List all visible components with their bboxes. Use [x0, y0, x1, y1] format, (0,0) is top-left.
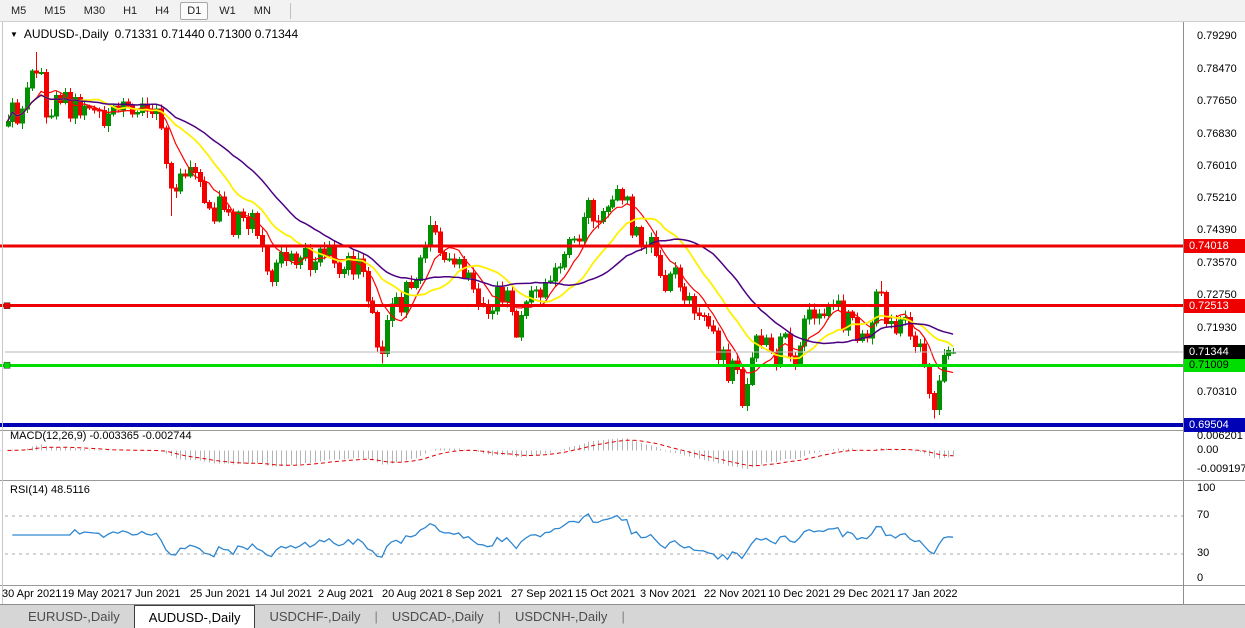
time-axis-label: 20 Aug 2021: [382, 588, 444, 600]
time-axis[interactable]: 30 Apr 202119 May 20217 Jun 2021 25 Jun 2…: [0, 586, 1183, 604]
time-axis-label: 15 Oct 2021: [575, 588, 635, 600]
toolbar-separator: [290, 3, 291, 19]
timeframe-button-m5[interactable]: M5: [4, 2, 33, 20]
timeframe-button-mn[interactable]: MN: [247, 2, 278, 20]
rsi-axis-label: 0: [1197, 572, 1203, 584]
chart-canvas[interactable]: [0, 0, 1245, 628]
tab-usdcad-daily[interactable]: USDCAD-,Daily: [378, 606, 498, 628]
tab-separator: |: [621, 609, 624, 628]
time-axis-label: 14 Jul 2021: [255, 588, 312, 600]
time-axis-label: 7 Jun 2021: [126, 588, 180, 600]
macd-name: MACD(12,26,9): [10, 430, 86, 442]
price-axis-label: 0.76830: [1197, 128, 1237, 140]
rsi-name: RSI(14): [10, 484, 48, 496]
rsi-axis-label: 100: [1197, 482, 1215, 494]
price-axis-label: 0.76010: [1197, 160, 1237, 172]
terminal-window: M5M15 M30H1H4D1W1MN ▼ AUDUSD-,Daily 0.713…: [0, 0, 1245, 628]
time-axis-label: 29 Dec 2021: [833, 588, 895, 600]
timeframe-button-m30[interactable]: M30: [77, 2, 112, 20]
time-axis-label: 30 Apr 2021: [2, 588, 61, 600]
price-axis[interactable]: 0.79290 0.78470 0.77650 0.76830 0.76010 0.752…: [1183, 22, 1245, 604]
tab-eurusd-daily[interactable]: EURUSD-,Daily: [14, 606, 134, 628]
price-axis-label: 0.77650: [1197, 95, 1237, 107]
timeframe-button-m15[interactable]: M15: [37, 2, 72, 20]
price-axis-label: 0.75210: [1197, 192, 1237, 204]
timeframe-button-w1[interactable]: W1: [212, 2, 243, 20]
level-price-tag: 0.71344: [1184, 345, 1245, 359]
level-price-tag: 0.71009: [1184, 358, 1245, 372]
time-axis-label: 3 Nov 2021: [640, 588, 696, 600]
tab-audusd-daily[interactable]: AUDUSD-,Daily: [134, 605, 256, 628]
time-axis-label: 19 May 2021: [62, 588, 126, 600]
level-price-tag: 0.72513: [1184, 299, 1245, 313]
tab-usdcnh-daily[interactable]: USDCNH-,Daily: [501, 606, 621, 628]
time-axis-label: 17 Jan 2022: [897, 588, 958, 600]
price-axis-label: 0.73570: [1197, 257, 1237, 269]
price-axis-label: 0.78470: [1197, 63, 1237, 75]
chart-title: ▼ AUDUSD-,Daily 0.71331 0.71440 0.71300 …: [10, 27, 298, 41]
rsi-axis-label: 70: [1197, 509, 1209, 521]
level-price-tag: 0.69504: [1184, 418, 1245, 432]
level-price-tag: 0.74018: [1184, 239, 1245, 253]
macd-values: -0.003365 -0.002744: [89, 430, 191, 442]
rsi-axis-label: 30: [1197, 547, 1209, 559]
rsi-value: 48.5116: [51, 484, 90, 496]
rsi-indicator-label: RSI(14) 48.5116: [10, 484, 90, 496]
time-axis-label: 27 Sep 2021: [511, 588, 573, 600]
macd-axis-label: -0.009197: [1197, 463, 1245, 475]
chart-tab-bar: EURUSD-,DailyAUDUSD-,DailyUSDCHF-,Daily |…: [0, 604, 1245, 628]
price-axis-label: 0.71930: [1197, 322, 1237, 334]
time-axis-label: 25 Jun 2021: [190, 588, 251, 600]
price-axis-label: 0.74390: [1197, 224, 1237, 236]
time-axis-label: 2 Aug 2021: [318, 588, 374, 600]
timeframe-button-h4[interactable]: H4: [148, 2, 176, 20]
tab-usdchf-daily[interactable]: USDCHF-,Daily: [255, 606, 374, 628]
macd-indicator-label: MACD(12,26,9) -0.003365 -0.002744: [10, 430, 192, 442]
time-axis-label: 10 Dec 2021: [768, 588, 830, 600]
macd-axis-label: 0.00: [1197, 444, 1218, 456]
symbol-dropdown-icon[interactable]: ▼: [10, 30, 18, 39]
ohlc-readout: 0.71331 0.71440 0.71300 0.71344: [115, 27, 299, 41]
time-axis-label: 8 Sep 2021: [446, 588, 502, 600]
timeframe-button-d1[interactable]: D1: [180, 2, 208, 20]
time-axis-label: 22 Nov 2021: [704, 588, 766, 600]
price-axis-label: 0.79290: [1197, 30, 1237, 42]
timeframe-toolbar: M5M15 M30H1H4D1W1MN: [0, 0, 1245, 22]
price-axis-label: 0.70310: [1197, 386, 1237, 398]
chart-symbol-label: AUDUSD-,Daily: [24, 27, 109, 41]
timeframe-button-h1[interactable]: H1: [116, 2, 144, 20]
